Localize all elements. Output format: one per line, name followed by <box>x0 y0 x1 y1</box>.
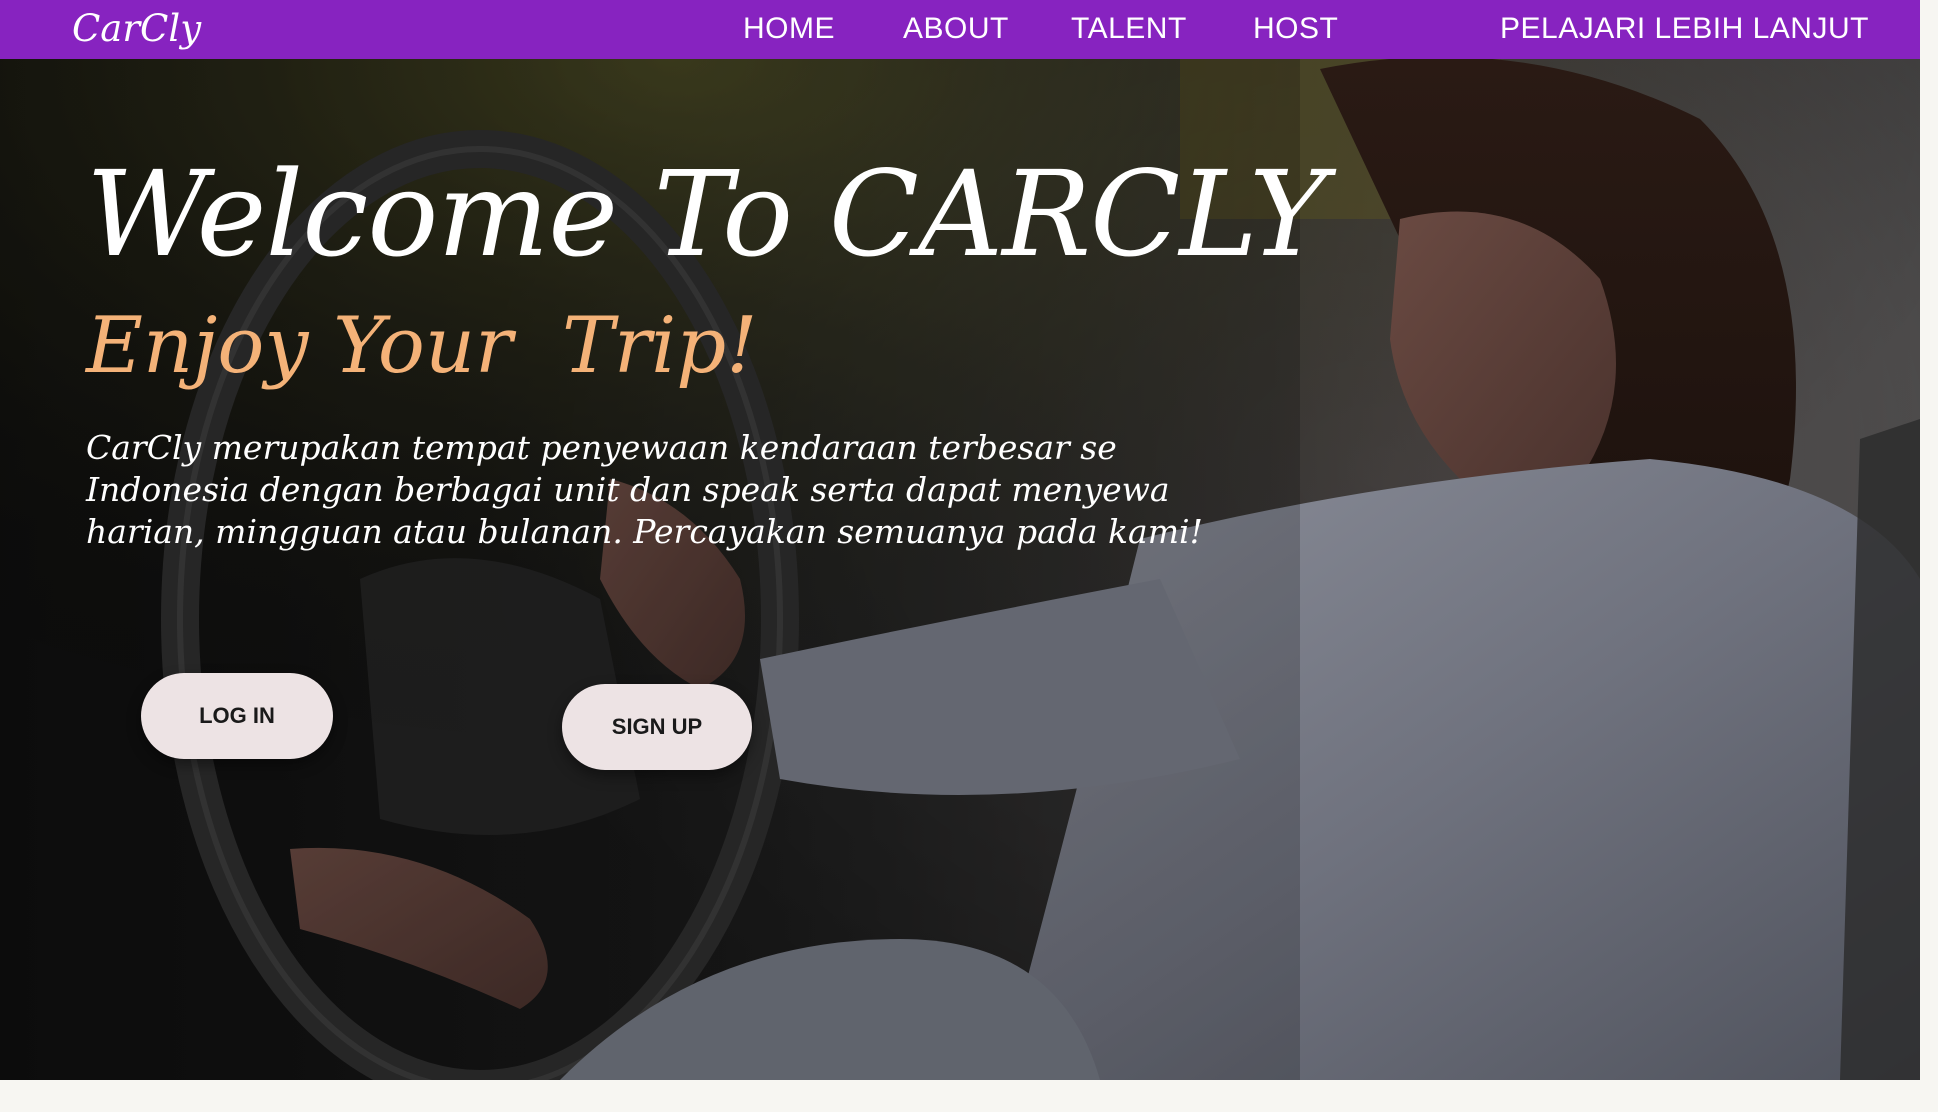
brand-logo[interactable]: CarCly <box>72 4 201 54</box>
nav-learn-more[interactable]: PELAJARI LEBIH LANJUT <box>1500 9 1869 49</box>
signup-button[interactable]: SIGN UP <box>562 684 752 770</box>
hero-section: Welcome To CARCLY Enjoy Your Trip! CarCl… <box>0 59 1920 1080</box>
hero-title: Welcome To CARCLY <box>86 145 1327 283</box>
page-bottom-strip <box>0 1080 1938 1112</box>
login-button[interactable]: LOG IN <box>141 673 333 759</box>
nav-about[interactable]: ABOUT <box>903 9 1009 49</box>
nav-home[interactable]: HOME <box>743 9 835 49</box>
nav-talent[interactable]: TALENT <box>1071 9 1187 49</box>
nav-host[interactable]: HOST <box>1253 9 1338 49</box>
hero-subtitle: Enjoy Your Trip! <box>86 301 758 391</box>
top-navbar: CarCly HOME ABOUT TALENT HOST PELAJARI L… <box>0 0 1920 59</box>
page-right-margin <box>1920 0 1938 1080</box>
hero-description: CarCly merupakan tempat penyewaan kendar… <box>86 428 1203 551</box>
